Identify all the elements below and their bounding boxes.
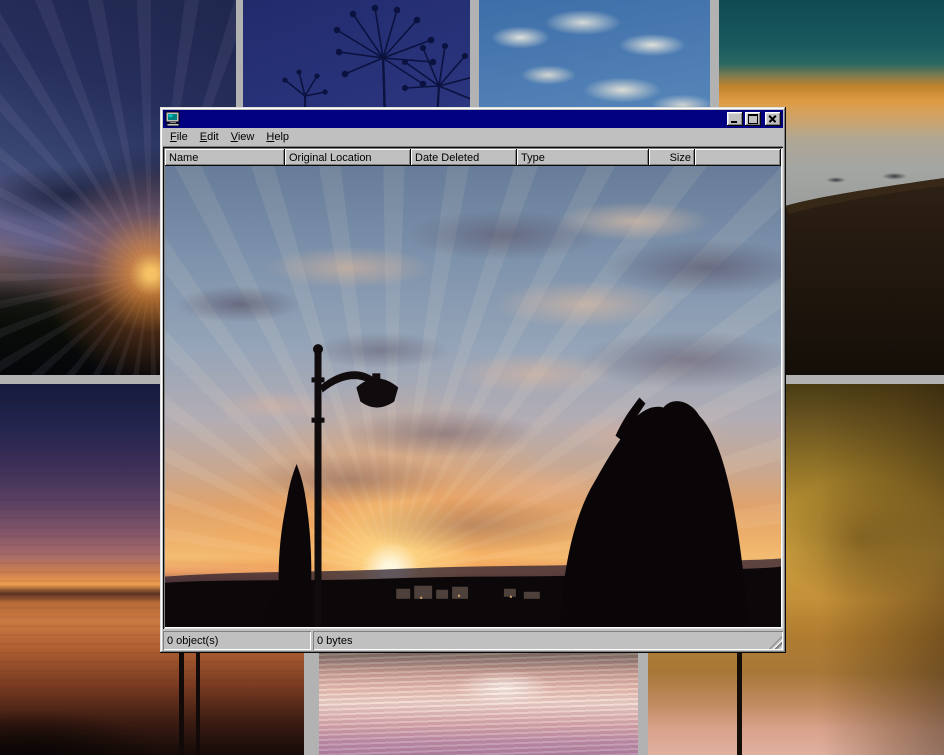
menu-file[interactable]: File <box>164 129 194 145</box>
file-list-view: Name Original Location Date Deleted Type… <box>163 147 783 629</box>
recycle-bin-window: File Edit View Help Name Original Locati… <box>160 107 786 653</box>
column-header-name[interactable]: Name <box>165 149 285 166</box>
column-header-row: Name Original Location Date Deleted Type… <box>165 149 781 166</box>
status-total-size: 0 bytes <box>313 631 783 650</box>
list-content-area[interactable] <box>165 166 781 627</box>
silhouettes-drawing <box>165 166 781 627</box>
titlebar[interactable] <box>163 110 783 128</box>
column-header-date-deleted[interactable]: Date Deleted <box>411 149 517 166</box>
status-object-count: 0 object(s) <box>163 631 311 650</box>
column-header-original-location[interactable]: Original Location <box>285 149 411 166</box>
minimize-button[interactable] <box>727 112 743 126</box>
column-header-extra[interactable] <box>695 149 781 166</box>
status-bar: 0 object(s) 0 bytes <box>163 631 783 650</box>
menu-help[interactable]: Help <box>260 129 295 145</box>
close-button[interactable] <box>765 112 781 126</box>
column-header-size[interactable]: Size <box>649 149 695 166</box>
menu-edit[interactable]: Edit <box>194 129 225 145</box>
menu-view[interactable]: View <box>225 129 261 145</box>
maximize-button[interactable] <box>745 112 761 126</box>
column-header-type[interactable]: Type <box>517 149 649 166</box>
water-ripples <box>319 644 638 755</box>
computer-icon <box>165 111 181 127</box>
menu-bar: File Edit View Help <box>163 128 783 147</box>
